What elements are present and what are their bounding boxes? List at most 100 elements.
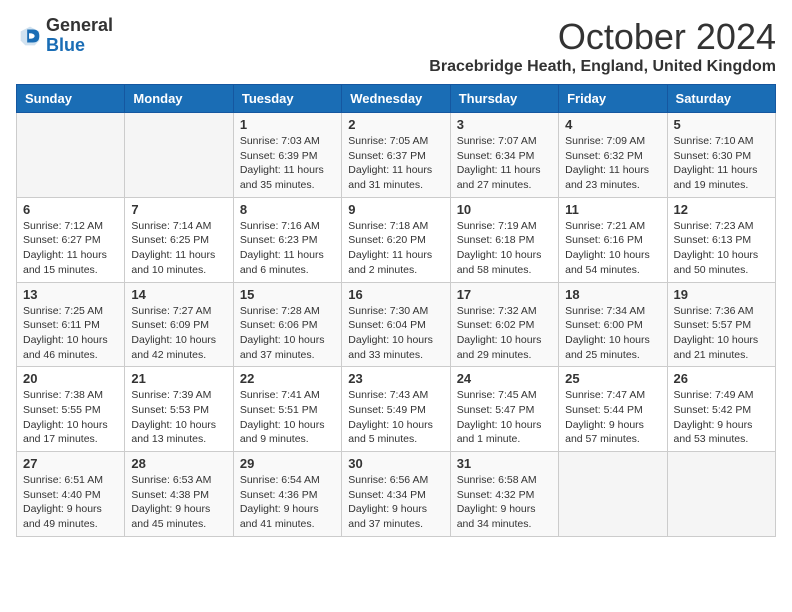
table-row: 28 Sunrise: 6:53 AM Sunset: 4:38 PM Dayli… — [125, 452, 233, 537]
day-info: Sunrise: 7:49 AM Sunset: 5:42 PM Dayligh… — [674, 388, 769, 447]
table-row: 11 Sunrise: 7:21 AM Sunset: 6:16 PM Dayli… — [559, 197, 667, 282]
day-info: Sunrise: 7:47 AM Sunset: 5:44 PM Dayligh… — [565, 388, 660, 447]
day-info: Sunrise: 7:07 AM Sunset: 6:34 PM Dayligh… — [457, 134, 552, 193]
table-row: 6 Sunrise: 7:12 AM Sunset: 6:27 PM Daylig… — [17, 197, 125, 282]
table-row: 25 Sunrise: 7:47 AM Sunset: 5:44 PM Dayli… — [559, 367, 667, 452]
table-row: 20Sunrise: 7:38 AM Sunset: 5:55 PM Dayli… — [17, 367, 125, 452]
table-row: 30 Sunrise: 6:56 AM Sunset: 4:34 PM Dayli… — [342, 452, 450, 537]
day-number: 9 — [348, 202, 443, 217]
day-number: 29 — [240, 456, 335, 471]
day-number: 6 — [23, 202, 118, 217]
calendar-header-row: Sunday Monday Tuesday Wednesday Thursday… — [17, 85, 776, 113]
table-row: 21 Sunrise: 7:39 AM Sunset: 5:53 PM Dayli… — [125, 367, 233, 452]
day-number: 17 — [457, 287, 552, 302]
day-info: Sunrise: 7:32 AM Sunset: 6:02 PM Dayligh… — [457, 304, 552, 363]
day-number: 16 — [348, 287, 443, 302]
day-number: 13 — [23, 287, 118, 302]
day-info: Sunrise: 7:12 AM Sunset: 6:27 PM Dayligh… — [23, 219, 118, 278]
table-row: 18Sunrise: 7:34 AM Sunset: 6:00 PM Dayli… — [559, 282, 667, 367]
table-row: 1Sunrise: 7:03 AM Sunset: 6:39 PM Daylig… — [233, 113, 341, 198]
day-number: 23 — [348, 371, 443, 386]
calendar-week-row: 1Sunrise: 7:03 AM Sunset: 6:39 PM Daylig… — [17, 113, 776, 198]
table-row: 13 Sunrise: 7:25 AM Sunset: 6:11 PM Dayli… — [17, 282, 125, 367]
day-info: Sunrise: 6:53 AM Sunset: 4:38 PM Dayligh… — [131, 473, 226, 532]
day-info: Sunrise: 7:27 AM Sunset: 6:09 PM Dayligh… — [131, 304, 226, 363]
day-info: Sunrise: 6:54 AM Sunset: 4:36 PM Dayligh… — [240, 473, 335, 532]
day-info: Sunrise: 6:51 AM Sunset: 4:40 PM Dayligh… — [23, 473, 118, 532]
table-row: 19Sunrise: 7:36 AM Sunset: 5:57 PM Dayli… — [667, 282, 775, 367]
day-info: Sunrise: 7:25 AM Sunset: 6:11 PM Dayligh… — [23, 304, 118, 363]
header-tuesday: Tuesday — [233, 85, 341, 113]
day-info: Sunrise: 7:18 AM Sunset: 6:20 PM Dayligh… — [348, 219, 443, 278]
calendar-week-row: 20Sunrise: 7:38 AM Sunset: 5:55 PM Dayli… — [17, 367, 776, 452]
header-wednesday: Wednesday — [342, 85, 450, 113]
logo: General Blue — [16, 16, 113, 56]
day-info: Sunrise: 7:16 AM Sunset: 6:23 PM Dayligh… — [240, 219, 335, 278]
day-number: 11 — [565, 202, 660, 217]
calendar-week-row: 13 Sunrise: 7:25 AM Sunset: 6:11 PM Dayli… — [17, 282, 776, 367]
table-row: 2 Sunrise: 7:05 AM Sunset: 6:37 PM Daylig… — [342, 113, 450, 198]
day-number: 27 — [23, 456, 118, 471]
day-number: 21 — [131, 371, 226, 386]
day-number: 30 — [348, 456, 443, 471]
table-row: 10 Sunrise: 7:19 AM Sunset: 6:18 PM Dayli… — [450, 197, 558, 282]
calendar-table: Sunday Monday Tuesday Wednesday Thursday… — [16, 84, 776, 537]
header-saturday: Saturday — [667, 85, 775, 113]
table-row: 23 Sunrise: 7:43 AM Sunset: 5:49 PM Dayli… — [342, 367, 450, 452]
calendar-week-row: 6 Sunrise: 7:12 AM Sunset: 6:27 PM Daylig… — [17, 197, 776, 282]
day-info: Sunrise: 7:36 AM Sunset: 5:57 PM Dayligh… — [674, 304, 769, 363]
logo-icon — [16, 22, 44, 50]
table-row: 5 Sunrise: 7:10 AM Sunset: 6:30 PM Daylig… — [667, 113, 775, 198]
day-number: 8 — [240, 202, 335, 217]
day-number: 20 — [23, 371, 118, 386]
day-info: Sunrise: 7:28 AM Sunset: 6:06 PM Dayligh… — [240, 304, 335, 363]
day-info: Sunrise: 7:05 AM Sunset: 6:37 PM Dayligh… — [348, 134, 443, 193]
day-info: Sunrise: 7:19 AM Sunset: 6:18 PM Dayligh… — [457, 219, 552, 278]
day-info: Sunrise: 6:58 AM Sunset: 4:32 PM Dayligh… — [457, 473, 552, 532]
table-row: 26 Sunrise: 7:49 AM Sunset: 5:42 PM Dayli… — [667, 367, 775, 452]
day-info: Sunrise: 7:30 AM Sunset: 6:04 PM Dayligh… — [348, 304, 443, 363]
day-number: 25 — [565, 371, 660, 386]
table-row: 16 Sunrise: 7:30 AM Sunset: 6:04 PM Dayli… — [342, 282, 450, 367]
day-info: Sunrise: 7:21 AM Sunset: 6:16 PM Dayligh… — [565, 219, 660, 278]
calendar-week-row: 27 Sunrise: 6:51 AM Sunset: 4:40 PM Dayli… — [17, 452, 776, 537]
table-row: 3Sunrise: 7:07 AM Sunset: 6:34 PM Daylig… — [450, 113, 558, 198]
table-row: 8 Sunrise: 7:16 AM Sunset: 6:23 PM Daylig… — [233, 197, 341, 282]
table-row: 15 Sunrise: 7:28 AM Sunset: 6:06 PM Dayli… — [233, 282, 341, 367]
day-info: Sunrise: 7:45 AM Sunset: 5:47 PM Dayligh… — [457, 388, 552, 447]
day-number: 12 — [674, 202, 769, 217]
day-info: Sunrise: 7:34 AM Sunset: 6:00 PM Dayligh… — [565, 304, 660, 363]
day-number: 10 — [457, 202, 552, 217]
day-number: 26 — [674, 371, 769, 386]
header: General Blue October 2024 Bracebridge He… — [16, 16, 776, 76]
header-friday: Friday — [559, 85, 667, 113]
table-row: 14Sunrise: 7:27 AM Sunset: 6:09 PM Dayli… — [125, 282, 233, 367]
title-area: October 2024 Bracebridge Heath, England,… — [429, 16, 776, 76]
table-row: 12Sunrise: 7:23 AM Sunset: 6:13 PM Dayli… — [667, 197, 775, 282]
location-subtitle: Bracebridge Heath, England, United Kingd… — [429, 58, 776, 76]
table-row: 4 Sunrise: 7:09 AM Sunset: 6:32 PM Daylig… — [559, 113, 667, 198]
day-info: Sunrise: 7:09 AM Sunset: 6:32 PM Dayligh… — [565, 134, 660, 193]
table-row — [17, 113, 125, 198]
logo-blue-text: Blue — [46, 35, 85, 55]
header-sunday: Sunday — [17, 85, 125, 113]
table-row: 27 Sunrise: 6:51 AM Sunset: 4:40 PM Dayli… — [17, 452, 125, 537]
day-info: Sunrise: 7:43 AM Sunset: 5:49 PM Dayligh… — [348, 388, 443, 447]
table-row — [125, 113, 233, 198]
day-number: 4 — [565, 117, 660, 132]
table-row: 24 Sunrise: 7:45 AM Sunset: 5:47 PM Dayli… — [450, 367, 558, 452]
day-number: 28 — [131, 456, 226, 471]
day-number: 24 — [457, 371, 552, 386]
table-row: 9 Sunrise: 7:18 AM Sunset: 6:20 PM Daylig… — [342, 197, 450, 282]
header-monday: Monday — [125, 85, 233, 113]
day-info: Sunrise: 7:10 AM Sunset: 6:30 PM Dayligh… — [674, 134, 769, 193]
table-row — [667, 452, 775, 537]
day-info: Sunrise: 6:56 AM Sunset: 4:34 PM Dayligh… — [348, 473, 443, 532]
day-info: Sunrise: 7:39 AM Sunset: 5:53 PM Dayligh… — [131, 388, 226, 447]
day-number: 15 — [240, 287, 335, 302]
day-number: 5 — [674, 117, 769, 132]
table-row: 31 Sunrise: 6:58 AM Sunset: 4:32 PM Dayli… — [450, 452, 558, 537]
table-row — [559, 452, 667, 537]
day-number: 31 — [457, 456, 552, 471]
day-number: 2 — [348, 117, 443, 132]
